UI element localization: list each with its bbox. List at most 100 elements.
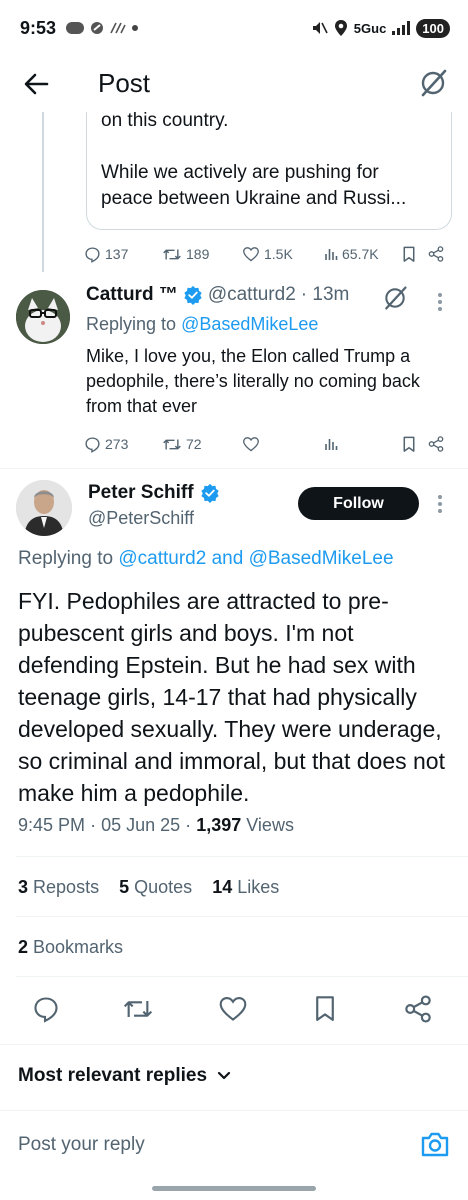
share-button[interactable]	[428, 246, 444, 262]
more-options-button[interactable]	[438, 290, 444, 314]
replying-and: and	[211, 548, 244, 569]
reply-icon	[34, 997, 58, 1023]
reposts-label: Reposts	[33, 877, 100, 897]
likes-stat[interactable]: 14 Likes	[212, 877, 279, 897]
bookmark-button[interactable]	[402, 246, 416, 263]
repost-button[interactable]	[122, 995, 154, 1023]
reply-icon	[85, 246, 100, 263]
like-button[interactable]: 1.5K	[242, 246, 293, 262]
share-icon	[428, 246, 444, 262]
like-button[interactable]	[242, 436, 260, 452]
mention-link[interactable]: @BasedMikeLee	[249, 548, 394, 569]
quoted-post-card[interactable]: on this country. While we actively are p…	[86, 100, 452, 230]
status-right: 5Guc 100	[310, 18, 450, 38]
quoted-post-line: While we actively are pushing for	[101, 162, 379, 183]
reply-header: Catturd ™ @catturd2 · 13m	[86, 284, 349, 306]
views-icon	[325, 249, 338, 260]
reply-post-actions: 273 72	[0, 434, 468, 454]
back-button[interactable]	[22, 70, 50, 98]
location-icon	[334, 20, 347, 36]
handle[interactable]: @catturd2	[208, 284, 296, 306]
person-avatar-icon	[16, 480, 72, 536]
bookmark-button[interactable]	[314, 995, 336, 1023]
mention-link[interactable]: @BasedMikeLee	[181, 314, 318, 334]
bookmarks-count: 2	[18, 937, 29, 957]
quotes-stat[interactable]: 5 Quotes	[119, 877, 192, 897]
repost-count: 189	[186, 246, 210, 262]
share-button[interactable]	[404, 995, 432, 1023]
bookmark-icon	[403, 436, 415, 452]
status-time: 9:53	[20, 17, 57, 38]
like-button[interactable]	[218, 995, 248, 1022]
replying-to: Replying to @BasedMikeLee	[86, 314, 318, 335]
share-icon	[428, 436, 444, 452]
post-text: FYI. Pedophiles are attracted to pre-pub…	[18, 588, 445, 806]
bookmarks-stat[interactable]: 2 Bookmarks	[18, 937, 123, 958]
network-label: 5Guc	[353, 20, 387, 36]
verified-badge-icon	[184, 285, 202, 305]
back-arrow-icon	[24, 73, 49, 95]
post-date: 05 Jun 25	[101, 815, 181, 835]
grok-button[interactable]	[418, 68, 448, 98]
grok-explain-button[interactable]	[382, 285, 408, 311]
heart-icon	[243, 247, 259, 262]
more-options-button[interactable]	[438, 492, 444, 516]
bookmark-button[interactable]	[402, 436, 416, 453]
reply-composer-input[interactable]: Post your reply	[18, 1134, 145, 1156]
reply-icon	[85, 436, 100, 453]
main-post-author: Peter Schiff	[88, 482, 220, 504]
follow-button[interactable]: Follow	[298, 487, 419, 520]
page-title: Post	[98, 68, 151, 98]
repost-button[interactable]: 189	[162, 246, 209, 263]
camera-icon	[421, 1132, 449, 1157]
verified-badge-icon	[200, 483, 219, 503]
app-notification-icon	[110, 22, 126, 34]
avatar[interactable]	[16, 290, 70, 344]
app-notification-icon	[91, 22, 104, 34]
reposts-count: 3	[18, 877, 29, 897]
mute-icon	[312, 22, 328, 34]
share-button[interactable]	[428, 436, 444, 452]
quotes-label: Quotes	[134, 877, 193, 897]
avatar[interactable]	[16, 480, 72, 536]
reply-button[interactable]	[32, 995, 60, 1023]
main-post-actions	[0, 995, 468, 1031]
repost-button[interactable]: 72	[162, 436, 202, 453]
repost-count: 72	[186, 436, 202, 452]
chevron-down-icon	[217, 1071, 231, 1080]
replying-to: Replying to @catturd2 and @BasedMikeLee	[18, 548, 394, 570]
replying-to-prefix: Replying to	[18, 548, 114, 569]
signal-icon	[392, 21, 411, 35]
post-meta: 9:45 PM · 05 Jun 25 · 1,397 Views	[18, 815, 294, 835]
views-count: 65.7K	[342, 246, 379, 262]
handle[interactable]: @PeterSchiff	[88, 508, 194, 529]
grok-icon	[385, 286, 407, 310]
replies-sort-dropdown[interactable]: Most relevant replies	[18, 1065, 231, 1087]
heart-icon	[243, 437, 259, 452]
reply-text: Mike, I love you, the Elon called Trump …	[86, 346, 420, 416]
reposts-stat[interactable]: 3 Reposts	[18, 877, 99, 897]
views-button[interactable]	[324, 437, 338, 451]
dot-icon	[132, 25, 139, 31]
display-name[interactable]: Peter Schiff	[88, 482, 194, 504]
views-icon	[325, 439, 338, 450]
reply-count: 137	[105, 246, 129, 262]
divider	[16, 916, 468, 917]
divider	[0, 468, 468, 469]
display-name[interactable]: Catturd ™	[86, 284, 178, 306]
views-button[interactable]: 65.7K	[324, 246, 379, 262]
prev-post-actions: 137 189 1.5K 65.7K	[0, 244, 468, 264]
mention-link[interactable]: @catturd2	[118, 548, 206, 569]
post-time: · 13m	[300, 284, 350, 305]
camera-button[interactable]	[420, 1130, 450, 1158]
post-time: 9:45 PM	[18, 815, 86, 835]
reply-button[interactable]: 137	[84, 246, 128, 263]
home-indicator[interactable]	[152, 1186, 316, 1191]
share-icon	[405, 995, 431, 1023]
top-bar: Post	[0, 56, 468, 112]
replying-to-prefix: Replying to	[86, 314, 177, 334]
heart-icon	[219, 997, 247, 1021]
reply-button[interactable]: 273	[84, 436, 128, 453]
divider	[16, 976, 468, 977]
bookmark-icon	[403, 246, 415, 262]
